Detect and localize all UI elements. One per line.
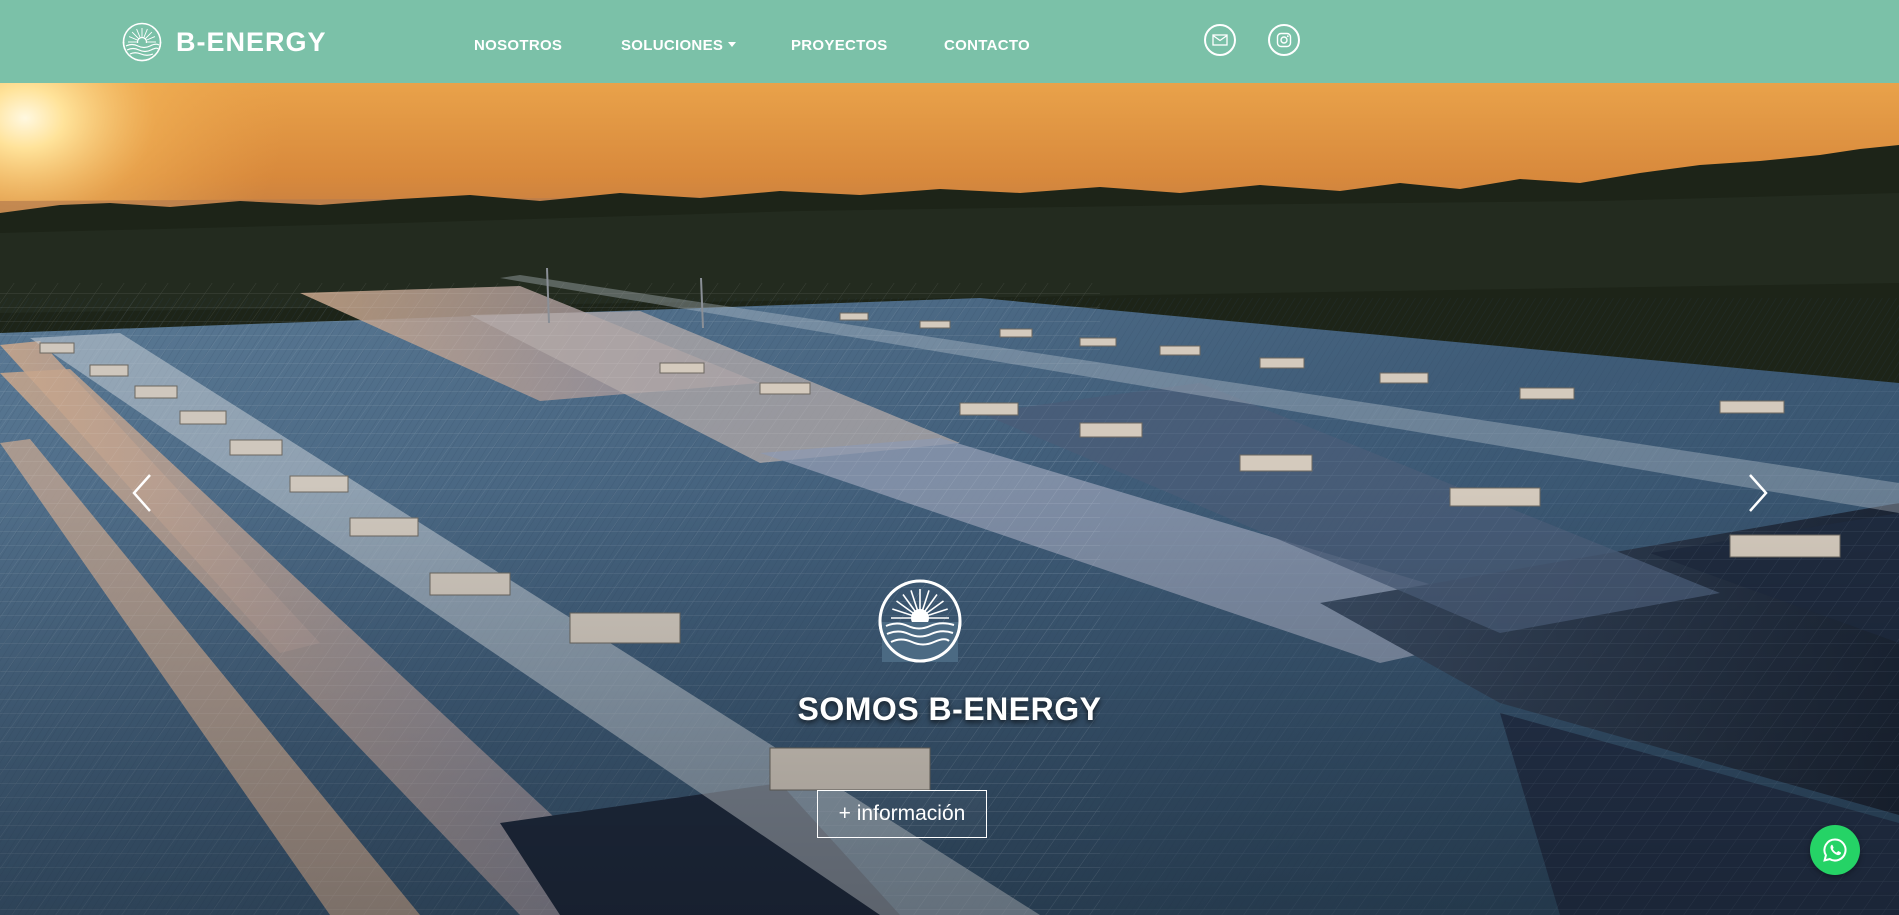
navbar: B-ENERGY NOSOTROS SOLUCIONES PROYECTOS C… xyxy=(0,0,1899,83)
nav-link-soluciones[interactable]: SOLUCIONES xyxy=(621,36,737,56)
more-info-button[interactable]: + información xyxy=(817,790,987,838)
nav-link-nosotros[interactable]: NOSOTROS xyxy=(474,36,562,56)
instagram-icon xyxy=(1276,32,1292,48)
carousel-caption: SOMOS B-ENERGY + información xyxy=(0,578,1899,838)
brand-name: B-ENERGY xyxy=(176,26,327,57)
whatsapp-button[interactable] xyxy=(1810,825,1860,875)
chevron-left-icon xyxy=(132,474,151,512)
carousel-prev-button[interactable] xyxy=(122,463,162,523)
email-icon xyxy=(1212,34,1228,46)
caret-down-icon xyxy=(728,42,737,47)
sun-waves-logo-icon xyxy=(878,579,962,663)
hero-carousel: SOMOS B-ENERGY + información xyxy=(0,83,1899,915)
nav-link-contacto[interactable]: CONTACTO xyxy=(944,36,1030,56)
nav-link-soluciones-label: SOLUCIONES xyxy=(621,37,724,54)
whatsapp-icon xyxy=(1823,838,1847,862)
nav-link-proyectos[interactable]: PROYECTOS xyxy=(791,36,888,56)
hero-title: SOMOS B-ENERGY xyxy=(797,691,1102,727)
instagram-button[interactable] xyxy=(1268,24,1300,56)
chevron-right-icon xyxy=(1749,474,1768,512)
brand-home-link[interactable]: B-ENERGY xyxy=(122,22,327,62)
carousel-next-button[interactable] xyxy=(1738,463,1778,523)
sun-waves-logo-icon xyxy=(122,22,162,62)
email-button[interactable] xyxy=(1204,24,1236,56)
